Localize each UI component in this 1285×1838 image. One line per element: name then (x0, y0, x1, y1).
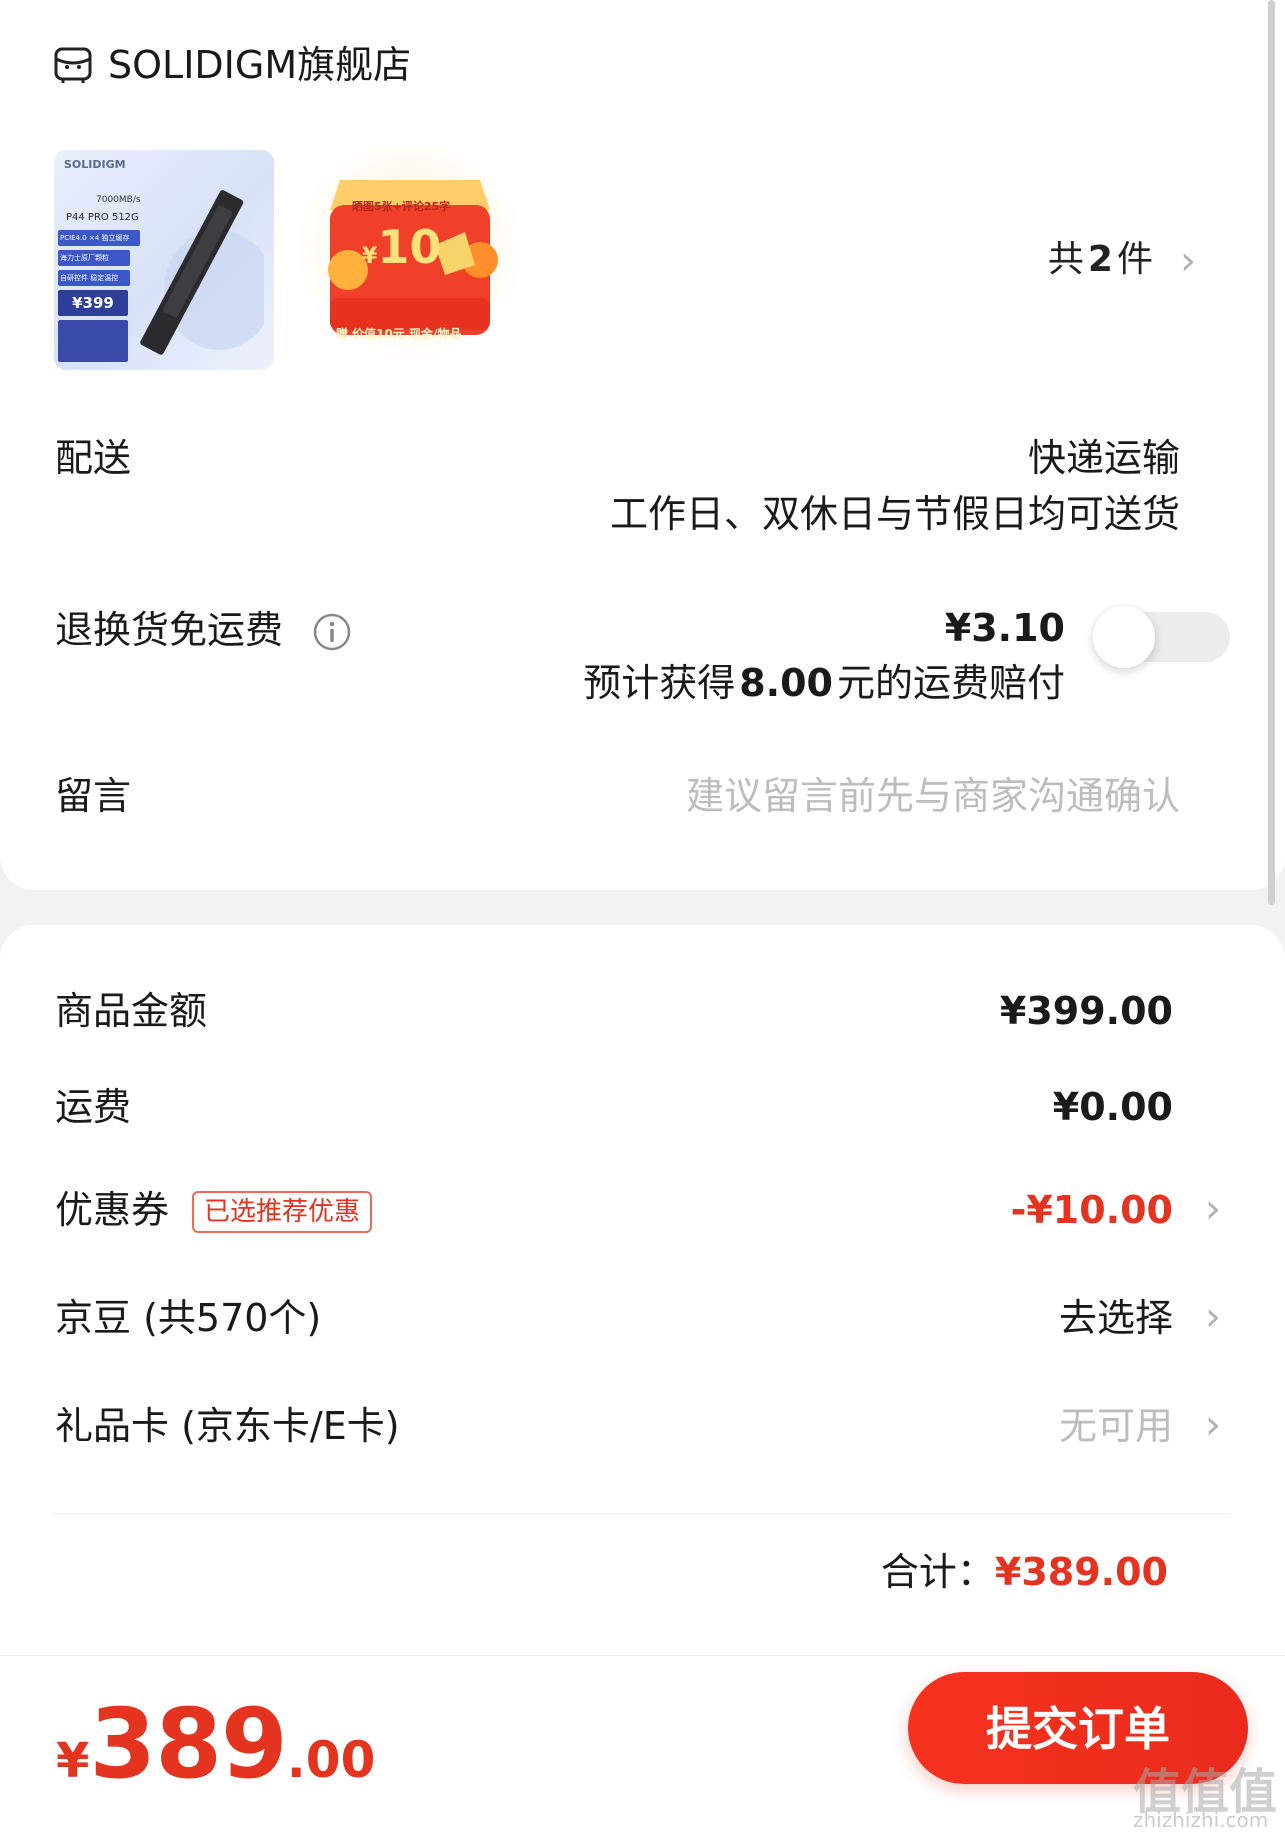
chevron-right-icon[interactable]: › (1205, 1292, 1221, 1342)
gift-top-text: 晒图5张+评论25字 (352, 200, 451, 213)
product-thumb-gift[interactable]: 晒图5张+评论25字 ¥10 赠 价值10元 现金/物品 (300, 150, 520, 370)
delivery-label: 配送 (55, 436, 132, 480)
coupon-label: 优惠券 (55, 1188, 170, 1232)
gift-amount: ¥10 (362, 220, 442, 274)
summary-divider (54, 1513, 1231, 1514)
coupon-badge: 已选推荐优惠 (192, 1191, 373, 1233)
goods-amount-value: ¥399.00 (999, 989, 1173, 1033)
store-icon (54, 47, 92, 83)
coupon-value[interactable]: -¥10.00 (1011, 1184, 1173, 1236)
pay-amount: ¥389.00 (56, 1688, 376, 1800)
shipping-value: ¥0.00 (1052, 1085, 1173, 1129)
message-label: 留言 (55, 774, 132, 818)
shipping-label: 运费 (55, 1085, 132, 1129)
ssd-brand: SOLIDIGM (64, 158, 126, 171)
return-shipping-label: 退换货免运费 (55, 608, 284, 652)
product-thumb-ssd[interactable]: SOLIDIGM 7000MB/s P44 PRO 512G PCIE4.0 ×… (54, 150, 274, 370)
jd-beans-label: 京豆 (共570个) (55, 1296, 322, 1340)
store-name[interactable]: SOLIDIGM旗舰店 (108, 40, 411, 90)
delivery-schedule: 工作日、双休日与节假日均可送货 (609, 492, 1180, 536)
return-shipping-compensation: 预计获得 8.00 元的运费赔付 (583, 661, 1065, 705)
gift-bottom-text: 赠 价值10元 现金/物品 (336, 327, 462, 341)
scrollbar[interactable] (1268, 0, 1275, 905)
toggle-knob (1093, 606, 1155, 668)
info-icon[interactable] (312, 612, 352, 652)
ssd-accessory-panel (58, 320, 128, 362)
delivery-method[interactable]: 快递运输 (1028, 432, 1180, 484)
return-shipping-toggle[interactable] (1093, 606, 1230, 668)
gift-card-value[interactable]: 无可用 (1059, 1400, 1173, 1452)
chevron-right-icon[interactable]: › (1180, 236, 1196, 286)
return-shipping-price: ¥3.10 (944, 606, 1065, 650)
chevron-right-icon[interactable]: › (1205, 1400, 1221, 1450)
chevron-right-icon[interactable]: › (1205, 1184, 1221, 1234)
gift-card-label: 礼品卡 (京东卡/E卡) (55, 1404, 400, 1448)
ssd-price: ¥399 (58, 290, 128, 316)
jd-beans-select[interactable]: 去选择 (1059, 1292, 1173, 1344)
ssd-drive-graphic (140, 190, 264, 355)
watermark-url: zhizhizhi.com (1133, 1808, 1269, 1832)
order-total-value: ¥389.00 (994, 1550, 1168, 1594)
order-total-label: 合计： (880, 1550, 995, 1594)
goods-amount-label: 商品金额 (55, 989, 208, 1033)
message-input[interactable]: 建议留言前先与商家沟通确认 (686, 770, 1180, 822)
order-total: 合计：¥389.00 (881, 1546, 1168, 1598)
ssd-feature-3: 自研控件 稳定温控 (58, 270, 130, 286)
item-count[interactable]: 共2件 (1048, 235, 1153, 285)
ssd-feature-2: 海力士原厂颗粒 (58, 250, 130, 266)
